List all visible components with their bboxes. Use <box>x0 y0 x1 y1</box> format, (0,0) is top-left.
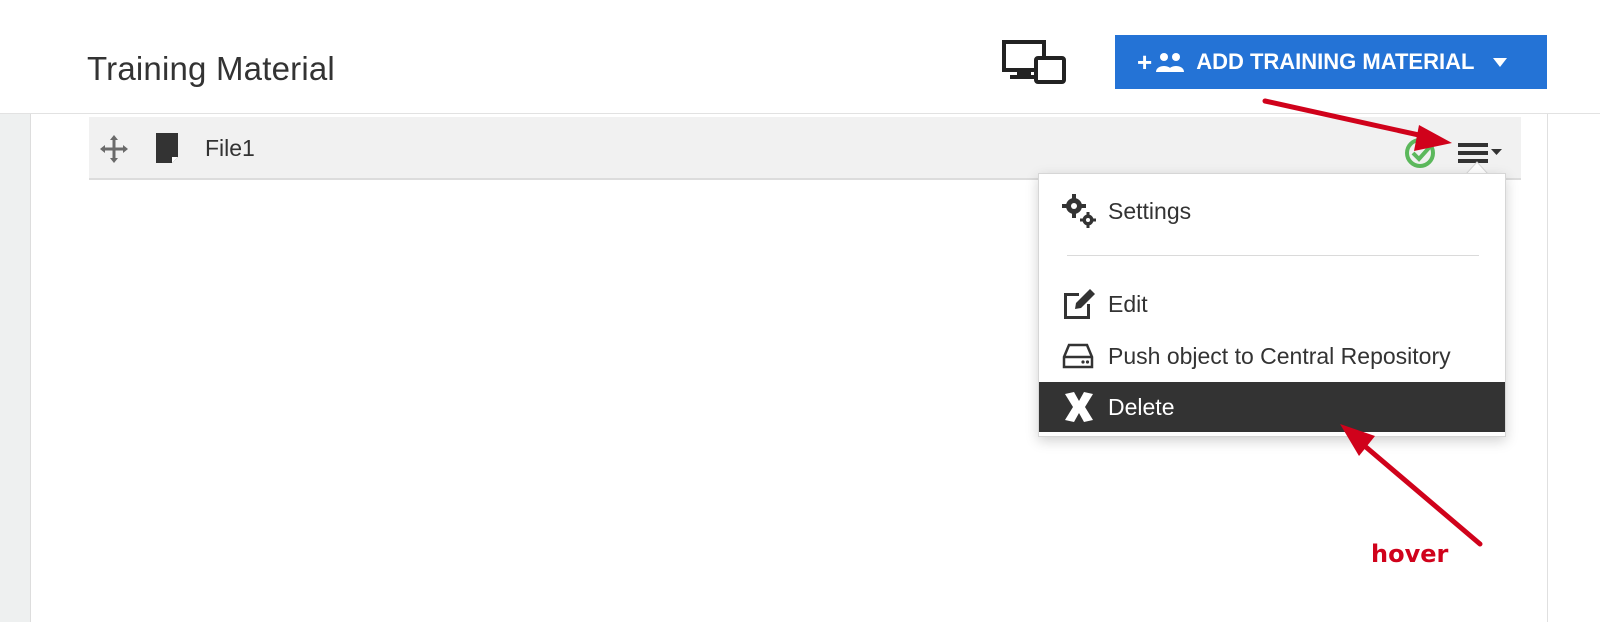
menu-divider <box>1067 255 1479 256</box>
gears-icon <box>1062 194 1096 228</box>
hover-annotation-label: hover <box>1371 540 1449 568</box>
drive-icon <box>1062 343 1094 369</box>
actions-dropdown-menu: Settings Edit Push object to Central Rep… <box>1038 173 1506 437</box>
menu-item-label: Delete <box>1108 393 1175 420</box>
move-icon[interactable] <box>99 134 129 164</box>
menu-item-push-central-repository[interactable]: Push object to Central Repository <box>1039 331 1505 381</box>
add-training-material-button[interactable]: + ADD TRAINING MATERIAL <box>1115 35 1547 89</box>
delete-x-icon <box>1065 392 1093 422</box>
people-icon <box>1156 53 1185 72</box>
plus-icon: + <box>1137 47 1153 77</box>
file-name[interactable]: File1 <box>205 135 255 162</box>
menu-item-label: Push object to Central Repository <box>1108 342 1451 369</box>
file-icon <box>156 133 178 163</box>
content-right-border <box>1547 114 1548 622</box>
menu-item-edit[interactable]: Edit <box>1039 279 1505 329</box>
menu-item-delete[interactable]: Delete <box>1039 382 1505 432</box>
left-side-panel <box>0 114 31 622</box>
page-title: Training Material <box>87 50 335 87</box>
menu-item-label: Settings <box>1108 197 1192 224</box>
check-circle-icon <box>1405 138 1438 168</box>
file-row[interactable]: File1 <box>89 117 1521 180</box>
menu-item-settings[interactable]: Settings <box>1039 186 1505 236</box>
edit-icon <box>1064 289 1095 319</box>
menu-item-label: Edit <box>1108 290 1148 317</box>
chevron-down-icon <box>1493 58 1508 67</box>
add-button-label: ADD TRAINING MATERIAL <box>1196 49 1475 74</box>
page-header: Training Material + ADD TRAINING MATERIA… <box>0 0 1600 114</box>
devices-icon[interactable] <box>1002 40 1066 84</box>
